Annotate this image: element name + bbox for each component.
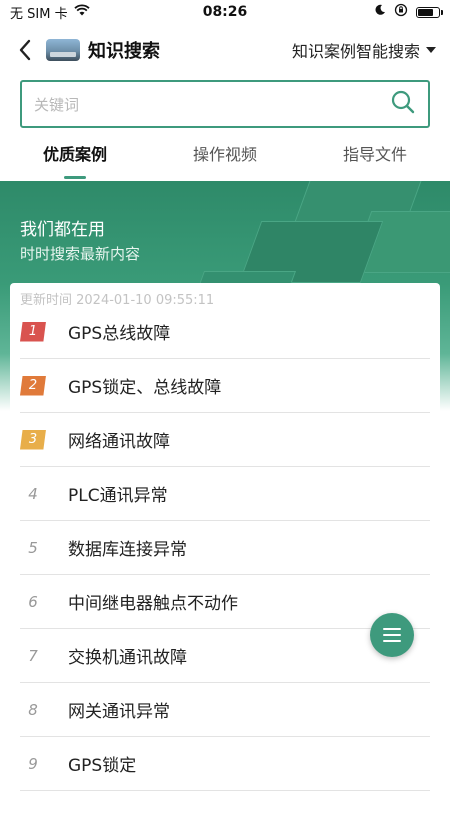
ranking-card: 更新时间 2024-01-10 09:55:11 1 GPS总线故障 2 GPS… — [10, 283, 440, 813]
list-item[interactable]: 1 GPS总线故障 — [20, 305, 430, 359]
rank-number: 4 — [28, 484, 38, 503]
tab-label: 操作视频 — [192, 145, 257, 164]
list-item-label: PLC通讯异常 — [68, 486, 168, 506]
tab-bar: 优质案例 操作视频 指导文件 — [0, 140, 450, 180]
rank-badge: 2 — [20, 375, 46, 396]
list-item-label: 交换机通讯故障 — [68, 648, 187, 668]
list-item[interactable]: 7 交换机通讯故障 — [20, 629, 430, 683]
battery-icon — [416, 6, 443, 18]
battery-fill — [418, 8, 433, 16]
list-item-label: 数据库连接异常 — [68, 540, 187, 560]
status-bar: 无 SIM 卡 08:26 — [0, 0, 450, 24]
rank-number: 8 — [28, 700, 38, 719]
tab-operation-videos[interactable]: 操作视频 — [150, 140, 300, 180]
tab-quality-cases[interactable]: 优质案例 — [0, 140, 150, 180]
moon-icon — [374, 4, 386, 20]
tab-indicator — [64, 176, 86, 179]
orientation-lock-icon — [394, 3, 408, 21]
rank-number: 9 — [28, 754, 38, 773]
rank-number: 7 — [28, 646, 38, 665]
back-button[interactable] — [14, 35, 36, 65]
list-item[interactable]: 9 GPS锁定 — [20, 737, 430, 791]
list-item[interactable]: 2 GPS锁定、总线故障 — [20, 359, 430, 413]
rank-number: 6 — [28, 592, 38, 611]
list-item[interactable]: 8 网关通讯异常 — [20, 683, 430, 737]
caret-down-icon — [426, 47, 436, 53]
carrier-label: 无 SIM 卡 — [10, 6, 68, 22]
search-placeholder: 关键词 — [34, 95, 80, 114]
tab-guidance-docs[interactable]: 指导文件 — [300, 140, 450, 180]
floating-menu-button[interactable] — [370, 613, 414, 657]
rank-badge: 3 — [20, 429, 46, 450]
search-mode-label: 知识案例智能搜索 — [291, 42, 420, 61]
nav-bar: 知识搜索 知识案例智能搜索 — [0, 28, 450, 72]
list-item-label: GPS总线故障 — [68, 324, 171, 344]
rank-number: 5 — [28, 538, 38, 557]
list-item-label: GPS锁定、总线故障 — [68, 378, 222, 398]
list-item-label: 中间继电器触点不动作 — [68, 594, 238, 614]
app-thumbnail — [46, 39, 80, 61]
banner-subtitle: 时时搜索最新内容 — [20, 245, 141, 263]
menu-icon — [383, 628, 401, 642]
list-item[interactable]: 3 网络通讯故障 — [20, 413, 430, 467]
page-title: 知识搜索 — [88, 41, 160, 62]
list-item-label: GPS锁定 — [68, 756, 137, 776]
rank-badge: 1 — [20, 321, 46, 342]
list-item-label: 网络通讯故障 — [68, 432, 170, 452]
wifi-icon — [73, 4, 90, 20]
search-mode-dropdown[interactable]: 知识案例智能搜索 — [292, 38, 436, 62]
list-item[interactable]: 4 PLC通讯异常 — [20, 467, 430, 521]
list-item-label: 网关通讯异常 — [68, 702, 170, 722]
search-icon[interactable] — [390, 89, 416, 119]
search-input[interactable]: 关键词 — [20, 80, 430, 128]
list-item[interactable]: 5 数据库连接异常 — [20, 521, 430, 575]
list-item[interactable]: 6 中间继电器触点不动作 — [20, 575, 430, 629]
chevron-left-icon — [19, 39, 31, 61]
banner-title: 我们都在用 — [20, 220, 105, 240]
tab-label: 优质案例 — [42, 145, 107, 164]
tab-label: 指导文件 — [342, 145, 407, 164]
